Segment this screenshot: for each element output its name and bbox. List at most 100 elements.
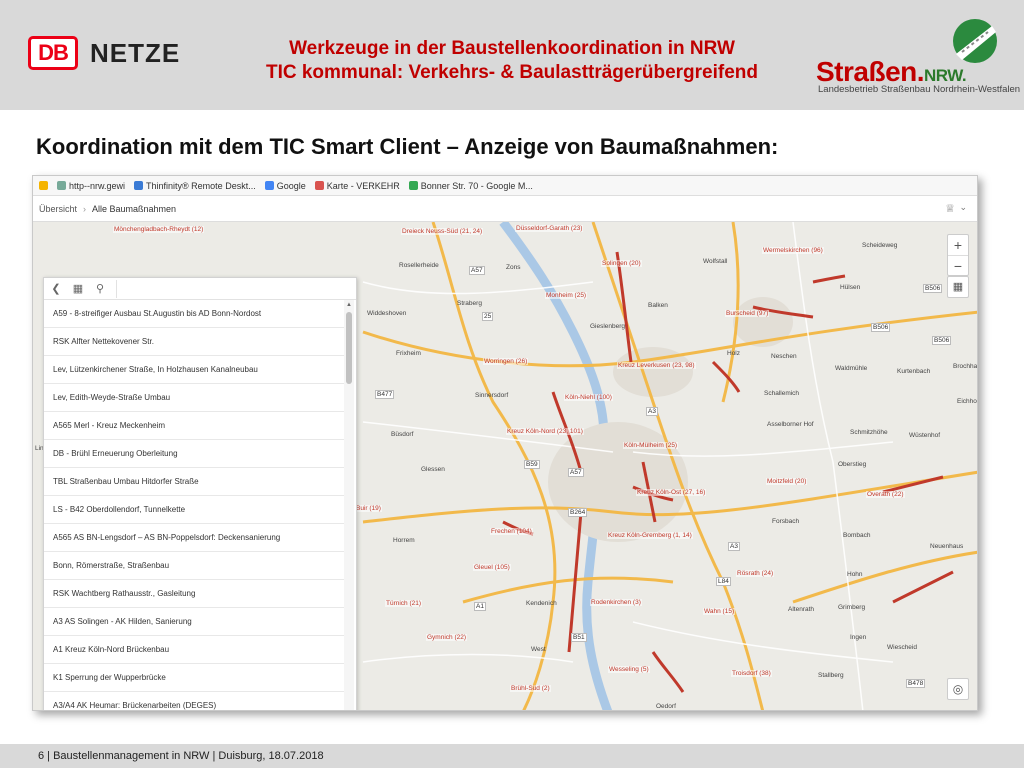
roadwork-label[interactable]: Wahn (15) xyxy=(703,608,736,615)
search-input[interactable] xyxy=(116,279,246,298)
place-label: Eichho xyxy=(957,398,977,405)
roadwork-label[interactable]: Frechen (104) xyxy=(490,528,533,535)
place-label: Oberstieg xyxy=(838,461,867,468)
highway-shield: B59 xyxy=(524,460,540,469)
roadwork-label[interactable]: Wesseling (5) xyxy=(608,666,650,673)
list-item[interactable]: DB - Brühl Erneuerung Oberleitung xyxy=(44,440,344,468)
bookmarks-bar: http--nrw.gewi Thinfinity® Remote Deskt.… xyxy=(33,176,977,196)
list-item[interactable]: LS - B42 Oberdollendorf, Tunnelkette xyxy=(44,496,344,524)
roadwork-label[interactable]: Brühl-Süd (2) xyxy=(510,685,551,692)
list-item[interactable]: K1 Sperrung der Wupperbrücke xyxy=(44,664,344,692)
bookmark-google-maps[interactable]: Bonner Str. 70 - Google M... xyxy=(408,181,533,191)
highway-shield: B506 xyxy=(871,323,891,332)
footer-text: 6 | Baustellenmanagement in NRW | Duisbu… xyxy=(38,750,324,762)
bookmark-google[interactable]: Google xyxy=(264,181,306,191)
panel-toolbar: ❮ ▦ ⚲ xyxy=(44,278,356,300)
scroll-thumb[interactable] xyxy=(346,312,352,384)
zoom-controls: + − xyxy=(947,234,969,276)
place-label: Wolfstall xyxy=(703,258,728,265)
list-scrollbar[interactable]: ▲ ▼ xyxy=(344,300,354,710)
strassen-logo-nrw: NRW. xyxy=(924,66,967,85)
roadwork-label[interactable]: Kreuz Leverkusen (23, 98) xyxy=(617,362,696,369)
place-label: Wiescheid xyxy=(887,644,917,651)
roadwork-label[interactable]: Kreuz Köln-Gremberg (1, 14) xyxy=(607,532,693,539)
roadwork-label[interactable]: Kreuz Köln-Nord (23, 101) xyxy=(506,428,584,435)
list-item[interactable]: TBL Straßenbau Umbau Hitdorfer Straße xyxy=(44,468,344,496)
place-label: Horrem xyxy=(393,537,415,544)
list-item[interactable]: Bonn, Römerstraße, Straßenbau xyxy=(44,552,344,580)
layers-button[interactable]: ▦ xyxy=(947,276,969,298)
place-label: Oedorf xyxy=(656,703,676,710)
thinfinity-icon xyxy=(134,181,144,190)
bookmark-thinfinity[interactable]: Thinfinity® Remote Deskt... xyxy=(134,181,256,191)
list-item[interactable]: A565 Merl - Kreuz Meckenheim xyxy=(44,412,344,440)
roadwork-label[interactable]: Buir (19) xyxy=(355,505,382,512)
list-item[interactable]: A3 AS Solingen - AK Hilden, Sanierung xyxy=(44,608,344,636)
place-label: Hohn xyxy=(847,571,863,578)
place-label: Bombach xyxy=(843,532,871,539)
bookmark-http-nrw[interactable]: http--nrw.gewi xyxy=(57,181,125,191)
highway-shield: B506 xyxy=(923,284,943,293)
highway-shield: L84 xyxy=(716,577,731,586)
place-label: Kendenich xyxy=(526,600,557,607)
place-label: Widdeshoven xyxy=(367,310,407,317)
search-icon[interactable]: ⚲ xyxy=(94,282,106,295)
place-label: Holz xyxy=(727,350,741,357)
chevron-right-icon: › xyxy=(83,203,87,214)
list-item[interactable]: A1 Kreuz Köln-Nord Brückenbau xyxy=(44,636,344,664)
highway-shield: 25 xyxy=(482,312,494,321)
roadwork-label[interactable]: Köln-Mülheim (25) xyxy=(623,442,679,449)
roadwork-label[interactable]: Monheim (25) xyxy=(545,292,588,299)
breadcrumb-current: Alle Baumaßnahmen xyxy=(92,203,177,214)
breadcrumb-root[interactable]: Übersicht xyxy=(39,204,77,214)
map-view[interactable]: Mönchengladbach-Rheydt (12) Dreieck Neuss… xyxy=(33,222,977,710)
list-item[interactable]: RSK Alfter Nettekovener Str. xyxy=(44,328,344,356)
settings-icon[interactable] xyxy=(39,181,48,190)
list-item[interactable]: A3/A4 AK Heumar: Brückenarbeiten (DEGES) xyxy=(44,692,344,710)
slide-header: DB NETZE Werkzeuge in der Baustellenkoor… xyxy=(0,0,1024,110)
list-item[interactable]: RSK Wachtberg Rathausstr., Gasleitung xyxy=(44,580,344,608)
roadwork-label[interactable]: Moitzfeld (20) xyxy=(766,478,808,485)
roadwork-label[interactable]: Worringen (26) xyxy=(483,358,529,365)
place-label: Neuenhaus xyxy=(930,543,964,550)
list-item[interactable]: A565 AS BN-Lengsdorf – AS BN-Poppelsdorf… xyxy=(44,524,344,552)
roadwork-label[interactable]: Troisdorf (38) xyxy=(731,670,772,677)
chevron-down-icon[interactable]: ⌄ xyxy=(959,202,967,213)
slide-subtitle: Koordination mit dem TIC Smart Client – … xyxy=(36,134,779,159)
roadwork-label[interactable]: Rösrath (24) xyxy=(736,570,775,577)
roadwork-label[interactable]: Burscheid (97) xyxy=(725,310,770,317)
roadwork-label[interactable]: Wermelskirchen (96) xyxy=(762,247,824,254)
roadwork-label[interactable]: Gymnich (22) xyxy=(426,634,468,641)
zoom-out-button[interactable]: − xyxy=(948,255,968,275)
roadwork-label[interactable]: Overath (22) xyxy=(866,491,905,498)
back-icon[interactable]: ❮ xyxy=(50,282,62,295)
roadwork-label[interactable]: Kreuz Köln-Ost (27, 16) xyxy=(636,489,707,496)
highway-shield: A57 xyxy=(469,266,485,275)
place-label: Büsdorf xyxy=(391,431,414,438)
highway-shield: B506 xyxy=(932,336,952,345)
user-icon[interactable]: ♕ xyxy=(945,202,955,215)
locate-button[interactable]: ◎ xyxy=(947,678,969,700)
list-item[interactable]: A59 - 8-streifiger Ausbau St.Augustin bi… xyxy=(44,300,344,328)
roadwork-label[interactable]: Türnich (21) xyxy=(385,600,423,607)
roadwork-label[interactable]: Gleuel (105) xyxy=(473,564,511,571)
bookmark-karte-verkehr[interactable]: Karte - VERKEHR xyxy=(314,181,400,191)
roadwork-label[interactable]: Mönchengladbach-Rheydt (12) xyxy=(113,226,205,233)
list-item[interactable]: Lev, Edith-Weyde-Straße Umbau xyxy=(44,384,344,412)
place-label: Scheideweg xyxy=(862,242,898,249)
calendar-icon[interactable]: ▦ xyxy=(72,282,84,295)
roadwork-label[interactable]: Rodenkirchen (3) xyxy=(590,599,642,606)
highway-shield: B477 xyxy=(375,390,395,399)
roadwork-label[interactable]: Köln-Niehl (100) xyxy=(564,394,613,401)
scroll-up-icon[interactable]: ▲ xyxy=(344,300,354,310)
roadwork-label[interactable]: Düsseldorf-Garath (23) xyxy=(515,225,584,232)
place-label: Frixheim xyxy=(396,350,421,357)
place-label: Hülsen xyxy=(840,284,861,291)
list-item[interactable]: Lev, Lützenkirchener Straße, In Holzhaus… xyxy=(44,356,344,384)
place-label: Zons xyxy=(506,264,521,271)
roadwork-label[interactable]: Solingen (20) xyxy=(601,260,642,267)
place-label: Asselborner Hof xyxy=(767,421,814,428)
zoom-in-button[interactable]: + xyxy=(948,235,968,255)
roadwork-label[interactable]: Dreieck Neuss-Süd (21, 24) xyxy=(401,228,484,235)
place-label: Wüstenhof xyxy=(909,432,941,439)
